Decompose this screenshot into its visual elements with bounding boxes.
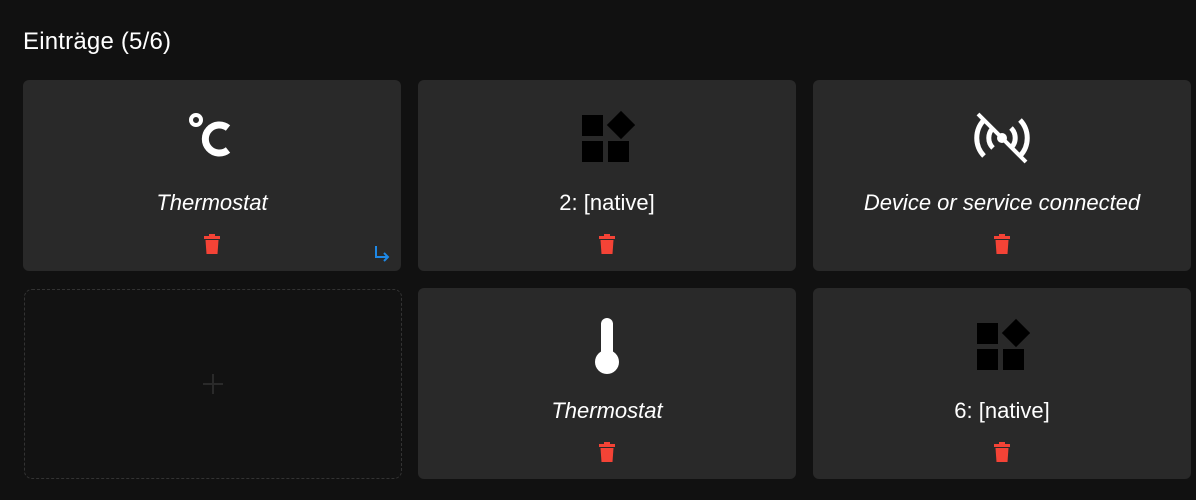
delete-button[interactable] (990, 440, 1014, 464)
trash-icon (599, 442, 615, 462)
delete-button[interactable] (990, 232, 1014, 256)
entry-card-6-native[interactable]: 6: [native] (813, 288, 1191, 479)
delete-button[interactable] (595, 440, 619, 464)
thermometer-icon (418, 318, 796, 374)
link-arrow-icon[interactable] (371, 243, 393, 265)
trash-icon (994, 442, 1010, 462)
trash-icon (204, 234, 220, 254)
wifi-off-icon (813, 110, 1191, 166)
card-label: 6: [native] (954, 398, 1050, 423)
card-label: 2: [native] (559, 190, 655, 215)
trash-icon (994, 234, 1010, 254)
delete-button[interactable] (595, 232, 619, 256)
delete-button[interactable] (200, 232, 224, 256)
plus-icon (203, 374, 223, 394)
shapes-icon (813, 318, 1191, 374)
card-label: Device or service connected (863, 190, 1141, 215)
celsius-icon (23, 110, 401, 166)
entry-card-2-native[interactable]: 2: [native] (418, 80, 796, 271)
trash-icon (599, 234, 615, 254)
entry-card-device-connected[interactable]: Device or service connected (813, 80, 1191, 271)
card-label: Thermostat (551, 398, 663, 423)
add-entry-slot[interactable] (24, 289, 402, 479)
page-title: Einträge (5/6) (23, 28, 172, 55)
entry-card-thermostat-2[interactable]: Thermostat (418, 288, 796, 479)
card-label: Thermostat (156, 190, 268, 215)
entry-card-thermostat[interactable]: Thermostat (23, 80, 401, 271)
shapes-icon (418, 110, 796, 166)
